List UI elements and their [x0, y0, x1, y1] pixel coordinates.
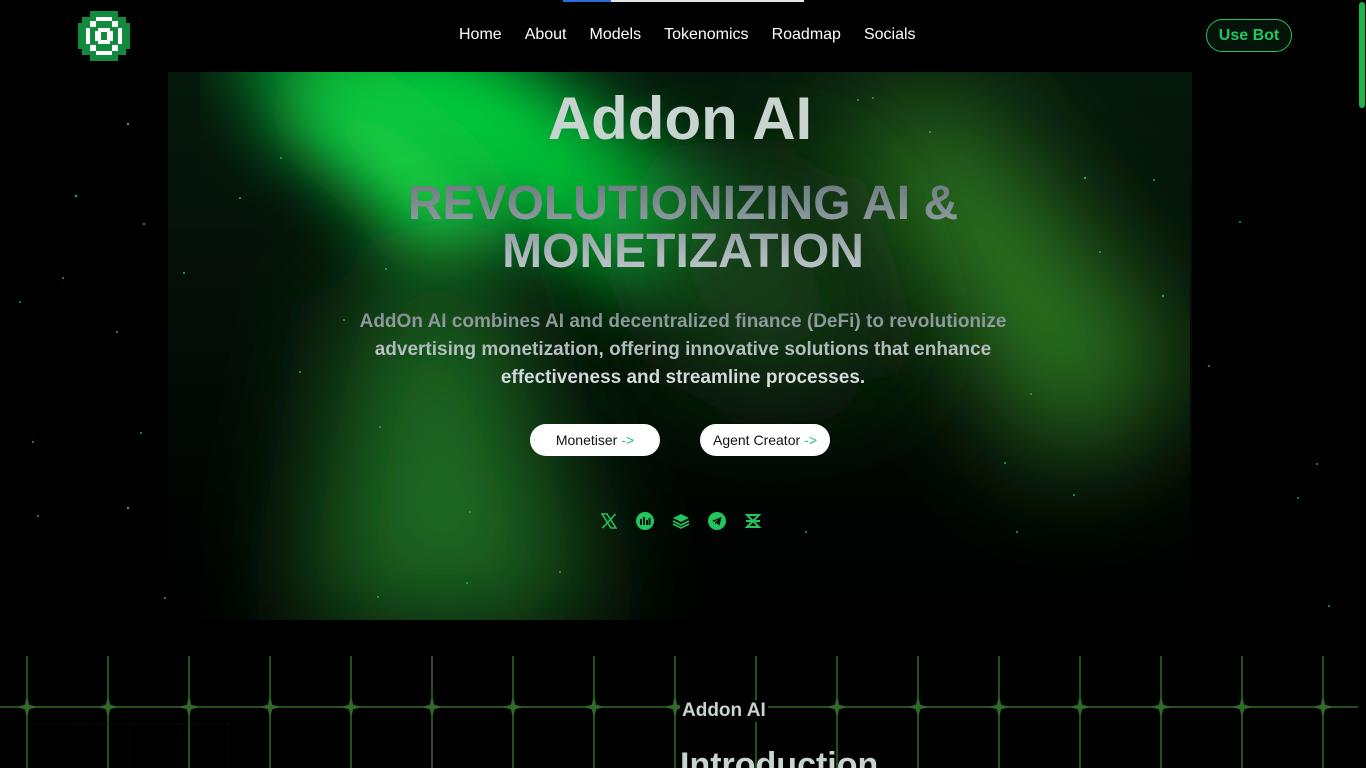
arrow-right-icon: ->: [804, 432, 817, 448]
agent-creator-button[interactable]: Agent Creator ->: [700, 424, 830, 456]
x-icon[interactable]: [600, 512, 618, 530]
page-progress-bar: [563, 0, 804, 2]
nav-home[interactable]: Home: [459, 26, 502, 44]
social-links: [600, 512, 762, 530]
sparkle-icon: [502, 696, 524, 718]
sparkle-icon: [178, 696, 200, 718]
nav-roadmap[interactable]: Roadmap: [772, 26, 841, 44]
sparkle-icon: [826, 696, 848, 718]
arrow-right-icon: ->: [621, 432, 635, 448]
hero-brand-title: Addon AI: [547, 85, 813, 152]
intro-eyebrow: Addon AI: [680, 700, 768, 722]
sparkle-icon: [340, 696, 362, 718]
sparkle-icon: [988, 696, 1010, 718]
nav-about[interactable]: About: [525, 26, 567, 44]
sparkle-icon: [1150, 696, 1172, 718]
monetiser-button[interactable]: Monetiser ->: [530, 424, 660, 456]
sparkle-icon: [97, 696, 119, 718]
dexscreener-icon[interactable]: [744, 512, 762, 530]
scrollbar[interactable]: [1358, 0, 1366, 768]
headline-line-2: MONETIZATION: [502, 225, 864, 278]
sparkle-icon: [16, 696, 38, 718]
layers-icon[interactable]: [672, 512, 690, 530]
faint-grid-decoration: [30, 722, 230, 768]
nav-models[interactable]: Models: [590, 26, 642, 44]
sparkle-icon: [1069, 696, 1091, 718]
hero-section: Addon AI REVOLUTIONIZING AI & MONETIZATI…: [0, 72, 1366, 620]
use-bot-button[interactable]: Use Bot: [1206, 19, 1292, 52]
hero-description: AddOn AI combines AI and decentralized f…: [343, 308, 1023, 392]
sparkle-icon: [259, 696, 281, 718]
nav-tokenomics[interactable]: Tokenomics: [664, 26, 748, 44]
target-logo-icon[interactable]: [78, 11, 130, 61]
sparkle-icon: [1312, 696, 1334, 718]
chart-icon[interactable]: [636, 512, 654, 530]
hero-headline: REVOLUTIONIZING AI & MONETIZATION: [0, 180, 1366, 276]
monetiser-label: Monetiser: [555, 432, 618, 448]
main-nav: Home About Models Tokenomics Roadmap Soc…: [459, 26, 916, 44]
agent-creator-label: Agent Creator: [712, 432, 801, 448]
telegram-icon[interactable]: [708, 512, 726, 530]
headline-line-1: REVOLUTIONIZING AI &: [407, 177, 959, 230]
sparkle-icon: [907, 696, 929, 718]
sparkle-icon: [421, 696, 443, 718]
site-header: Home About Models Tokenomics Roadmap Soc…: [0, 0, 1366, 72]
sparkle-icon: [1231, 696, 1253, 718]
nav-socials[interactable]: Socials: [864, 26, 916, 44]
sparkle-icon: [583, 696, 605, 718]
intro-title: Introduction: [680, 746, 879, 768]
scrollbar-thumb[interactable]: [1359, 2, 1365, 108]
